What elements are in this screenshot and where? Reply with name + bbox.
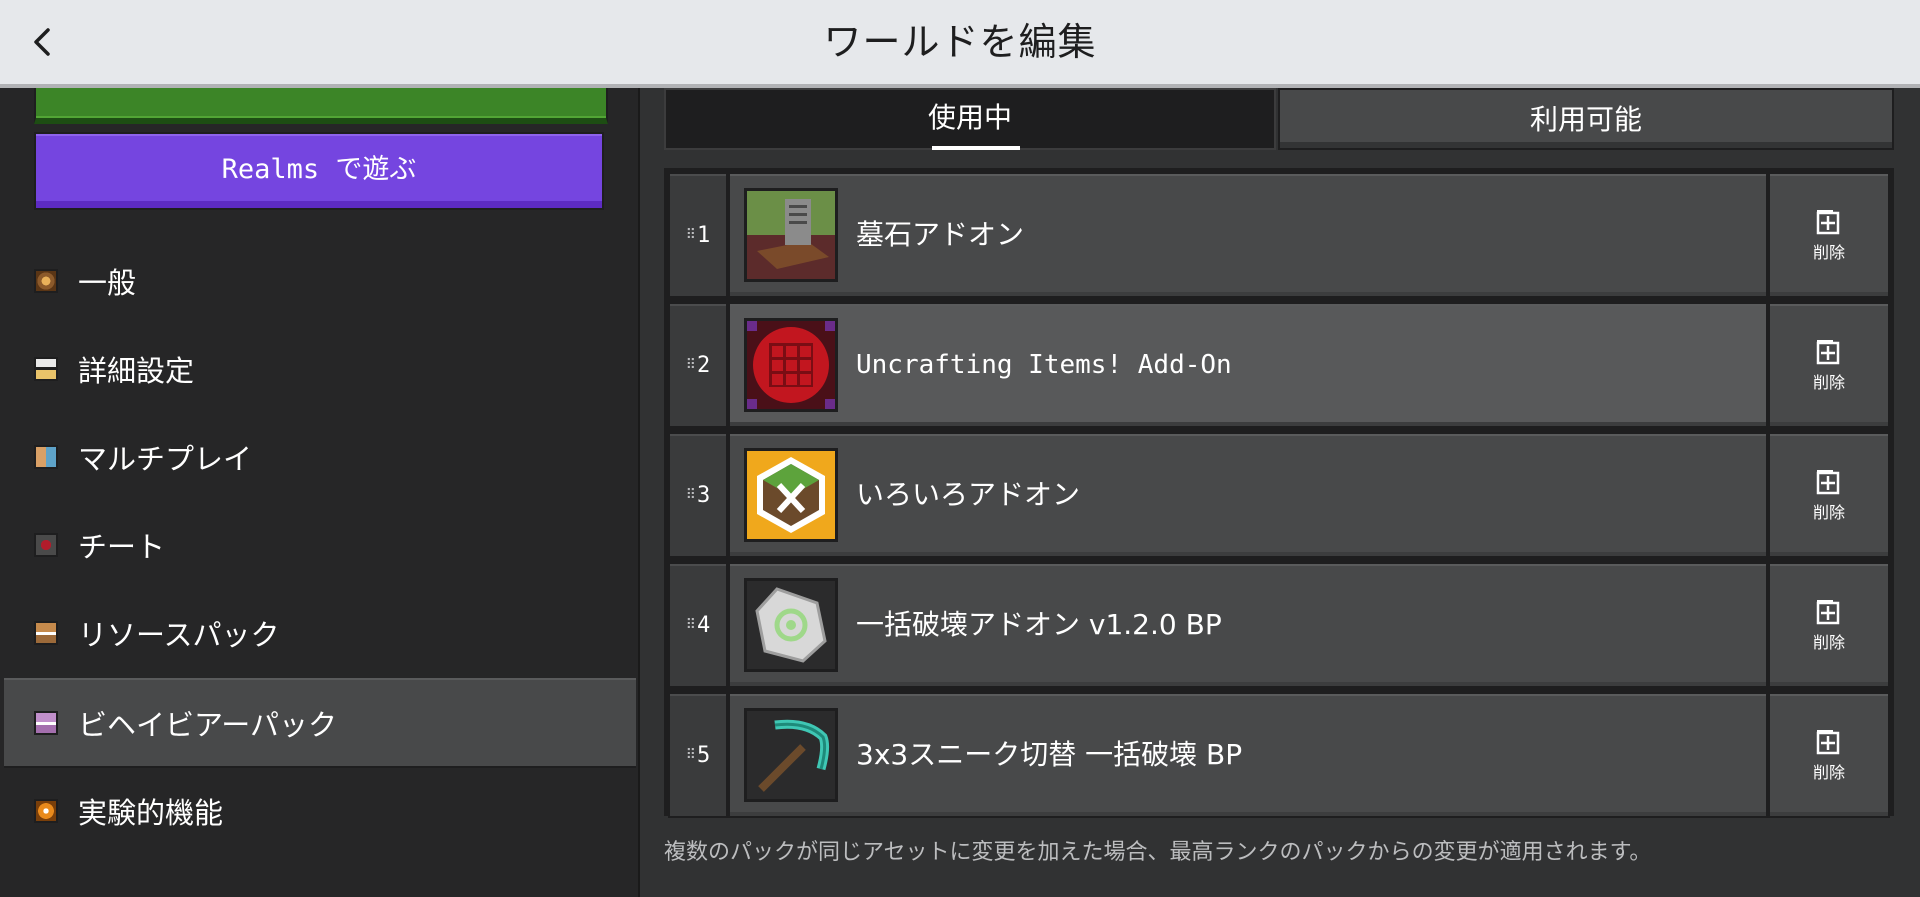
play-button[interactable]	[34, 88, 608, 124]
pack-priority-note: 複数のパックが同じアセットに変更を加えた場合、最高ランクのパックからの変更が適用…	[664, 840, 1652, 865]
sidebar-item-multiplayer[interactable]: マルチプレイ	[4, 414, 636, 500]
gravestone-pack-icon	[744, 188, 838, 282]
delete-label: 削除	[1812, 243, 1845, 262]
experiments-icon	[34, 799, 58, 823]
general-icon	[34, 269, 58, 293]
sidebar-item-label: 実験的機能	[78, 796, 224, 830]
resource-pack-icon	[34, 621, 58, 645]
pack-tabs: 使用中 利用可能	[664, 88, 1894, 154]
uncrafting-pack-icon	[744, 318, 838, 412]
sidebar-item-label: 一般	[78, 266, 137, 300]
pack-name: 墓石アドオン	[856, 218, 1025, 251]
pack-entry[interactable]: 墓石アドオン	[728, 172, 1803, 298]
pack-name: いろいろアドオン	[856, 478, 1081, 511]
pack-rank: 3	[697, 482, 711, 508]
behavior-pack-icon	[34, 711, 58, 735]
active-tab-indicator	[932, 146, 1020, 150]
tab-available-packs[interactable]: 利用可能	[1278, 88, 1894, 150]
mass-break-pack-icon	[744, 578, 838, 672]
drag-handle-icon[interactable]: ⠿	[686, 357, 696, 373]
sidebar-item-advanced[interactable]: 詳細設定	[4, 326, 636, 412]
list-item: ⠿ 2 Uncrafting Items! Add-On 削除	[668, 302, 1890, 428]
drag-handle-icon[interactable]: ⠿	[686, 617, 696, 633]
tools-pack-icon	[744, 448, 838, 542]
sidebar-item-label: マルチプレイ	[78, 442, 253, 476]
pack-entry[interactable]: 3x3スニーク切替 一括破壊 BP	[728, 692, 1803, 818]
tab-label: 利用可能	[1529, 103, 1642, 136]
sidebar-item-behavior-packs[interactable]: ビヘイビアーパック	[4, 678, 636, 768]
rank-cell: ⠿ 5	[668, 692, 728, 818]
pack-rank: 4	[697, 612, 711, 638]
sidebar-item-resource-packs[interactable]: リソースパック	[4, 590, 636, 676]
rank-cell: ⠿ 3	[668, 432, 728, 558]
sidebar-item-label: リソースパック	[78, 618, 280, 652]
sidebar-item-label: チート	[78, 530, 166, 564]
sidebar-item-cheats[interactable]: チート	[4, 502, 636, 588]
remove-pack-icon	[1816, 340, 1840, 365]
list-item: ⠿ 3 いろいろアドオン 削除	[668, 432, 1890, 558]
drag-handle-icon[interactable]: ⠿	[686, 487, 696, 503]
pack-rank: 1	[697, 222, 711, 248]
drag-handle-icon[interactable]: ⠿	[686, 227, 696, 243]
pack-entry[interactable]: 一括破壊アドオン v1.2.0 BP	[728, 562, 1803, 688]
rank-cell: ⠿ 1	[668, 172, 728, 298]
pack-rank: 5	[697, 742, 711, 768]
list-item: ⠿ 5 3x3スニーク切替 一括破壊 BP 削除	[668, 692, 1890, 818]
sidebar-item-general[interactable]: 一般	[4, 238, 636, 324]
top-bar: ワールドを編集	[0, 0, 1920, 88]
remove-pack-icon	[1816, 210, 1840, 235]
page-title: ワールドを編集	[823, 20, 1097, 64]
cheats-icon	[34, 533, 58, 557]
pack-entry[interactable]: いろいろアドオン	[728, 432, 1803, 558]
settings-sidebar: Realms で遊ぶ 一般 詳細設定 マルチプレイ チート リソースパック ビヘ…	[0, 88, 640, 897]
behavior-packs-panel: 使用中 利用可能 ⠿ 1 墓石アドオン 削除 ⠿ 2 Uncrafting It…	[640, 88, 1920, 897]
multiplayer-icon	[34, 445, 58, 469]
drag-handle-icon[interactable]: ⠿	[686, 747, 696, 763]
pack-rank: 2	[697, 352, 711, 378]
remove-pack-icon	[1816, 730, 1840, 755]
rank-cell: ⠿ 2	[668, 302, 728, 428]
sidebar-item-label: 詳細設定	[78, 354, 195, 388]
list-item: ⠿ 4 一括破壊アドオン v1.2.0 BP 削除	[668, 562, 1890, 688]
remove-pack-button[interactable]: 削除	[1768, 172, 1890, 298]
sidebar-item-experiments[interactable]: 実験的機能	[4, 768, 636, 854]
remove-pack-button[interactable]: 削除	[1768, 692, 1890, 818]
pack-name: 3x3スニーク切替 一括破壊 BP	[856, 738, 1243, 771]
remove-pack-icon	[1816, 600, 1840, 625]
pack-entry[interactable]: Uncrafting Items! Add-On	[728, 302, 1803, 428]
delete-label: 削除	[1812, 633, 1845, 652]
pack-name: 一括破壊アドオン v1.2.0 BP	[856, 608, 1222, 641]
rank-cell: ⠿ 4	[668, 562, 728, 688]
pack-name: Uncrafting Items! Add-On	[856, 350, 1232, 380]
remove-pack-button[interactable]: 削除	[1768, 432, 1890, 558]
active-pack-list: ⠿ 1 墓石アドオン 削除 ⠿ 2 Uncrafting Items! Add-…	[664, 168, 1894, 818]
delete-label: 削除	[1812, 373, 1845, 392]
tab-label: 使用中	[927, 101, 1012, 134]
pickaxe-pack-icon	[744, 708, 838, 802]
tab-active-packs[interactable]: 使用中	[664, 88, 1276, 150]
remove-pack-button[interactable]: 削除	[1768, 562, 1890, 688]
delete-label: 削除	[1812, 503, 1845, 522]
delete-label: 削除	[1812, 763, 1845, 782]
list-item: ⠿ 1 墓石アドオン 削除	[668, 172, 1890, 298]
remove-pack-icon	[1816, 470, 1840, 495]
sidebar-item-label: ビヘイビアーパック	[78, 708, 337, 742]
remove-pack-button[interactable]: 削除	[1768, 302, 1890, 428]
play-on-realms-button[interactable]: Realms で遊ぶ	[34, 132, 604, 210]
advanced-icon	[34, 357, 58, 381]
